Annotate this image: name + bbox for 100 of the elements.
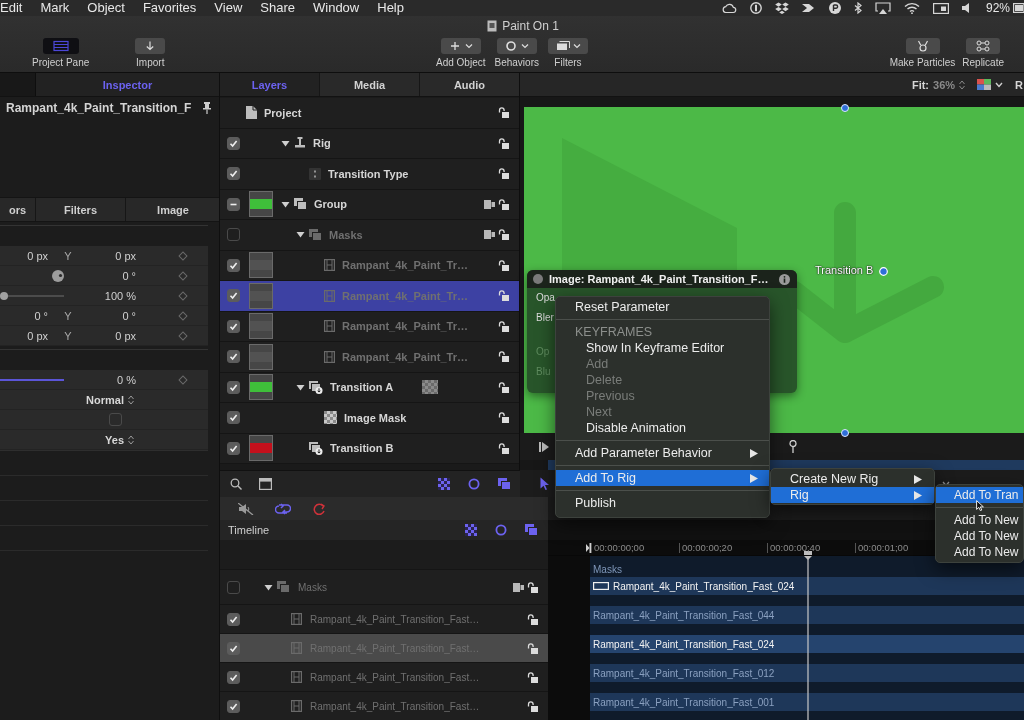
visibility-checkbox[interactable] [226, 380, 240, 394]
lock-icon[interactable] [498, 107, 509, 119]
menu-item[interactable]: Add To New [936, 512, 1023, 528]
handle-dot-icon[interactable] [841, 429, 849, 437]
layer-row[interactable]: Rig [220, 128, 519, 159]
visibility-checkbox[interactable] [226, 228, 240, 242]
value-field[interactable]: 0 px [115, 329, 136, 342]
layer-row[interactable]: Image Mask [220, 403, 519, 434]
search-icon[interactable] [230, 478, 242, 490]
lock-icon[interactable] [498, 351, 509, 363]
circle-dropdown-icon[interactable] [496, 38, 537, 54]
disclosure-triangle-icon[interactable] [263, 582, 273, 592]
visibility-checkbox[interactable] [226, 670, 240, 684]
section-tab[interactable]: Image [126, 198, 220, 221]
pin-marker-icon[interactable] [788, 440, 798, 453]
lock-icon[interactable] [527, 671, 538, 683]
section-tab[interactable]: Filters [36, 198, 126, 221]
value-field[interactable]: 0 ° [122, 309, 136, 322]
stacked-squares-icon[interactable] [498, 478, 511, 490]
menu-item[interactable]: Rig [771, 487, 934, 503]
lock-icon[interactable] [498, 168, 509, 180]
visibility-checkbox[interactable] [226, 258, 240, 272]
menu-item[interactable]: View [214, 0, 243, 16]
muted-speaker-icon[interactable] [238, 502, 254, 515]
visibility-checkbox[interactable] [226, 411, 240, 425]
lock-icon[interactable] [498, 137, 509, 149]
lock-icon[interactable] [498, 290, 509, 302]
lock-icon[interactable] [527, 581, 538, 593]
menu-item[interactable]: Object [87, 0, 125, 16]
visibility-checkbox[interactable] [226, 580, 240, 594]
lock-icon[interactable] [498, 229, 509, 241]
track-clip[interactable]: Rampant_4k_Paint_Transition_Fast_024 [590, 577, 1024, 595]
layer-row[interactable]: Project [220, 98, 519, 129]
checker-icon[interactable] [465, 524, 477, 536]
visibility-checkbox[interactable] [226, 350, 240, 364]
layer-row[interactable]: Transition B [220, 433, 519, 464]
value-field[interactable]: 0 ° [122, 269, 136, 282]
circle-icon[interactable] [495, 524, 507, 536]
lock-icon[interactable] [527, 613, 538, 625]
checker-icon[interactable] [438, 478, 450, 490]
disclosure-triangle-icon[interactable] [280, 138, 290, 148]
value-field[interactable]: 0 px [27, 329, 52, 342]
lock-icon[interactable] [498, 198, 509, 210]
menu-item[interactable]: Disable Animation [556, 420, 769, 436]
diamond-icon[interactable] [178, 270, 188, 281]
popup-button[interactable]: Normal [86, 393, 136, 406]
lock-icon[interactable] [498, 442, 509, 454]
track-clip[interactable]: Rampant_4k_Paint_Transition_Fast_012 [590, 664, 1024, 682]
filters-button[interactable]: Filters [547, 38, 588, 68]
bar-triangle-icon[interactable] [539, 441, 549, 452]
zoom-popup[interactable]: 36% [933, 78, 966, 91]
track-clip[interactable]: Rampant_4k_Paint_Transition_Fast_044 [590, 606, 1024, 624]
menu-item[interactable]: Help [377, 0, 404, 16]
pin-icon[interactable] [203, 102, 211, 114]
lock-icon[interactable] [498, 259, 509, 271]
visibility-checkbox[interactable] [226, 289, 240, 303]
visibility-checkbox[interactable] [226, 136, 240, 150]
window-icon[interactable] [259, 478, 272, 490]
camera-icon[interactable] [484, 229, 495, 241]
pane-tab[interactable]: Inspector [36, 73, 219, 96]
camera-icon[interactable] [484, 198, 495, 210]
disclosure-triangle-icon[interactable] [280, 199, 290, 209]
project-pane-button[interactable]: Project Pane [32, 38, 90, 68]
visibility-checkbox[interactable] [226, 197, 240, 211]
replicate-button[interactable]: Replicate [962, 38, 1004, 68]
disclosure-triangle-icon[interactable] [295, 230, 305, 240]
visibility-checkbox[interactable] [226, 612, 240, 626]
circle-icon[interactable] [468, 478, 480, 490]
popup-button[interactable]: Yes [105, 433, 136, 446]
behaviors-button[interactable]: Behaviors [494, 38, 539, 68]
lock-icon[interactable] [498, 320, 509, 332]
channels-button[interactable] [977, 79, 1004, 90]
stack-dropdown-icon[interactable] [547, 38, 588, 54]
visibility-checkbox[interactable] [226, 441, 240, 455]
section-tab[interactable]: ors [0, 198, 36, 221]
checkbox[interactable] [108, 413, 122, 426]
diamond-icon[interactable] [178, 310, 188, 321]
import-button[interactable]: Import [135, 38, 166, 68]
lock-icon[interactable] [498, 412, 509, 424]
menu-item[interactable]: Create New Rig [771, 471, 934, 487]
track-clip[interactable]: Rampant_4k_Paint_Transition_Fast_001 [590, 693, 1024, 711]
lock-icon[interactable] [498, 381, 509, 393]
value-field[interactable]: 0 ° [34, 309, 52, 322]
track-clip[interactable]: Rampant_4k_Paint_Transition_Fast_024 [590, 635, 1024, 653]
menu-item[interactable]: Favorites [142, 0, 197, 16]
playhead[interactable] [803, 551, 813, 720]
value-field[interactable]: 0 % [117, 373, 136, 386]
menu-item[interactable]: Window [313, 0, 360, 16]
value-field[interactable]: 0 px [115, 249, 136, 262]
menu-item[interactable]: Show In Keyframe Editor [556, 340, 769, 356]
visibility-checkbox[interactable] [226, 167, 240, 181]
diamond-icon[interactable] [178, 374, 188, 385]
menu-item[interactable]: Publish [556, 495, 769, 511]
loop-icon[interactable] [275, 502, 291, 515]
plus-dropdown-icon[interactable] [440, 38, 481, 54]
menu-item[interactable]: Reset Parameter [556, 299, 769, 315]
stacked-squares-icon[interactable] [525, 524, 538, 536]
camera-icon[interactable] [513, 581, 524, 593]
handle-dot-icon[interactable] [841, 104, 849, 112]
panel-icon[interactable] [42, 38, 79, 54]
